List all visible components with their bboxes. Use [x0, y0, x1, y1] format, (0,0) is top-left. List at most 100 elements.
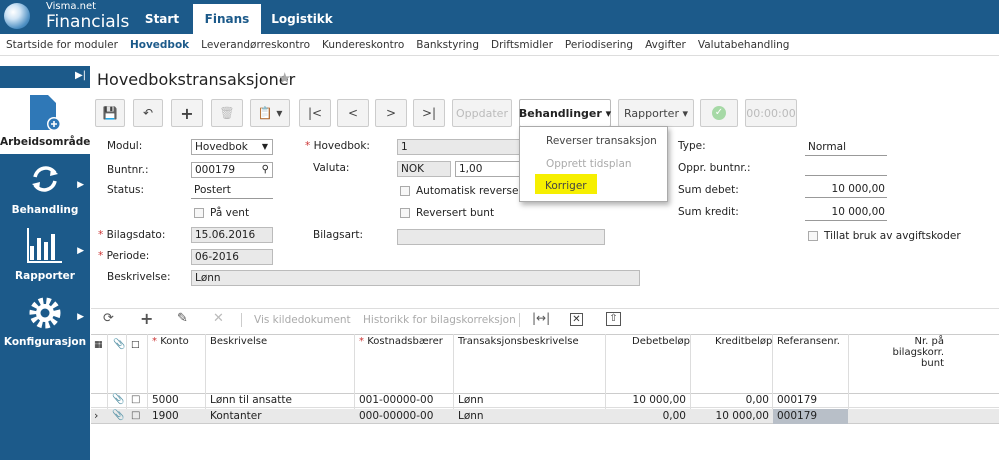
- grid-add-icon[interactable]: +: [140, 309, 153, 328]
- sidebar-label: Behandling: [11, 204, 79, 216]
- cell-beskrivelse[interactable]: Lønn til ansatte: [210, 394, 292, 406]
- sidebar-label: Rapporter: [15, 270, 75, 282]
- cell-konto[interactable]: 1900: [152, 410, 179, 422]
- chevron-right-icon: ▶: [77, 180, 84, 190]
- subnav-hovedbok[interactable]: Hovedbok: [130, 39, 189, 51]
- valuta-field[interactable]: NOK: [397, 161, 451, 177]
- menu-item-opprett-tidsplan[interactable]: Opprett tidsplan: [546, 158, 632, 170]
- timer-button[interactable]: 00:00:00: [745, 99, 797, 127]
- sidebar-item-konfigurasjon[interactable]: ▶ Konfigurasjon: [0, 288, 90, 354]
- divider: [241, 313, 242, 327]
- subnav-bank[interactable]: Bankstyring: [416, 39, 479, 51]
- col-debetbelop[interactable]: Debetbeløp: [632, 336, 690, 347]
- undo-button[interactable]: ↶: [133, 99, 163, 127]
- periode-field[interactable]: 06-2016: [191, 249, 273, 265]
- sidebar-item-behandling[interactable]: ▶ Behandling: [0, 156, 90, 222]
- subnav-startside[interactable]: Startside for moduler: [6, 39, 118, 51]
- chevron-right-icon: ▶: [77, 246, 84, 256]
- subnav-kunde[interactable]: Kundereskontro: [322, 39, 404, 51]
- bilagsdato-field[interactable]: 15.06.2016: [191, 227, 273, 243]
- cell-kredit[interactable]: 10 000,00: [695, 410, 769, 422]
- tillat-avgift-checkbox[interactable]: Tillat bruk av avgiftskoder: [808, 230, 961, 242]
- menu-item-korriger[interactable]: Korriger: [545, 180, 587, 192]
- col-konto[interactable]: * Konto: [152, 336, 189, 347]
- save-button[interactable]: 💾: [95, 99, 125, 127]
- cell-debet[interactable]: 0,00: [610, 410, 686, 422]
- delete-button[interactable]: 🗑: [211, 99, 243, 127]
- checkbox[interactable]: [808, 231, 818, 241]
- grid-delete-icon[interactable]: ✕: [213, 311, 224, 326]
- cell-beskrivelse[interactable]: Kontanter: [210, 410, 262, 422]
- oppr-buntnr-value: [805, 160, 887, 176]
- cell-debet[interactable]: 10 000,00: [610, 394, 686, 406]
- cell-kostnadsbaerer[interactable]: 000-00000-00: [359, 410, 433, 422]
- cell-transbesk[interactable]: Lønn: [458, 394, 484, 406]
- subnav-valuta[interactable]: Valutabehandling: [698, 39, 790, 51]
- beskrivelse-field[interactable]: Lønn: [191, 270, 640, 286]
- col-beskrivelse[interactable]: Beskrivelse: [210, 336, 267, 347]
- cell-referansenr[interactable]: 000179: [777, 410, 817, 422]
- modul-label: Modul:: [107, 140, 143, 152]
- attachment-icon[interactable]: 📎: [112, 410, 124, 421]
- checkbox[interactable]: [400, 208, 410, 218]
- behandlinger-button[interactable]: Behandlinger ▾: [519, 99, 611, 127]
- add-button[interactable]: +: [171, 99, 203, 127]
- oppdater-button[interactable]: Oppdater: [452, 99, 512, 127]
- grid-edit-icon[interactable]: ✎: [177, 311, 188, 326]
- cell-konto[interactable]: 5000: [152, 394, 179, 406]
- first-record-button[interactable]: |<: [299, 99, 331, 127]
- buntnr-input[interactable]: 000179 ⚲: [191, 162, 273, 178]
- note-icon[interactable]: □: [131, 394, 140, 405]
- subnav-leverandor[interactable]: Leverandørreskontro: [201, 39, 310, 51]
- subnav-periodisering[interactable]: Periodisering: [565, 39, 633, 51]
- grid-settings-icon[interactable]: ▦: [94, 340, 103, 350]
- attachment-icon[interactable]: 📎: [112, 394, 124, 405]
- reversert-bunt-checkbox[interactable]: Reversert bunt: [400, 207, 494, 219]
- pa-vent-checkbox[interactable]: På vent: [194, 207, 249, 219]
- bar-chart-icon: [27, 228, 62, 263]
- subnav-avgifter[interactable]: Avgifter: [645, 39, 686, 51]
- approve-button[interactable]: ✓: [700, 99, 738, 127]
- vis-kildedokument-button[interactable]: Vis kildedokument: [254, 314, 351, 326]
- next-record-button[interactable]: >: [375, 99, 407, 127]
- cell-kostnadsbaerer[interactable]: 001-00000-00: [359, 394, 433, 406]
- subnav-drift[interactable]: Driftsmidler: [491, 39, 553, 51]
- sidebar-item-rapporter[interactable]: ▶ Rapporter: [0, 222, 90, 288]
- bilagsart-field[interactable]: [397, 229, 605, 245]
- checkbox[interactable]: [194, 208, 204, 218]
- brand-small: Visma.net: [46, 1, 97, 12]
- cell-referansenr[interactable]: 000179: [777, 394, 817, 406]
- sidebar-item-arbeidsomrade[interactable]: Arbeidsområde: [0, 88, 90, 154]
- menu-item-reverser[interactable]: Reverser transaksjon: [546, 135, 657, 147]
- col-transaksjonsbeskrivelse[interactable]: Transaksjonsbeskrivelse: [458, 336, 579, 347]
- sidebar-collapse-icon[interactable]: ▶|: [0, 66, 90, 86]
- tab-logistikk[interactable]: Logistikk: [262, 4, 342, 34]
- export-excel-icon[interactable]: ✕: [570, 313, 583, 326]
- new-document-icon: [30, 95, 61, 131]
- tab-start[interactable]: Start: [132, 4, 192, 34]
- checkbox[interactable]: [400, 186, 410, 196]
- copy-paste-button[interactable]: 📋 ▾: [250, 99, 290, 127]
- cell-transbesk[interactable]: Lønn: [458, 410, 484, 422]
- favorite-star-icon[interactable]: ★: [278, 69, 291, 87]
- modul-value: Hovedbok: [195, 141, 248, 153]
- last-record-button[interactable]: >|: [413, 99, 445, 127]
- note-icon[interactable]: □: [131, 410, 140, 421]
- refresh-cycle-icon: [32, 166, 58, 192]
- valuta-rate-field[interactable]: 1,00: [455, 161, 521, 177]
- hovedbok-field[interactable]: 1: [397, 139, 521, 155]
- visma-logo-icon[interactable]: [4, 3, 30, 29]
- tab-finans[interactable]: Finans: [193, 4, 261, 34]
- col-kreditbelop[interactable]: Kreditbeløp: [715, 336, 772, 347]
- previous-record-button[interactable]: <: [337, 99, 369, 127]
- historikk-button[interactable]: Historikk for bilagskorreksjon: [363, 314, 516, 326]
- modul-select[interactable]: Hovedbok ▼: [191, 139, 273, 155]
- col-referansenr[interactable]: Referansenr.: [777, 336, 840, 347]
- rapporter-button[interactable]: Rapporter ▾: [618, 99, 694, 127]
- grid-refresh-icon[interactable]: ⟳: [103, 311, 114, 326]
- cell-kredit[interactable]: 0,00: [695, 394, 769, 406]
- upload-icon[interactable]: ⇧: [606, 312, 621, 326]
- col-nr-bilagskorr[interactable]: Nr. på bilagskorr. bunt: [862, 336, 944, 369]
- col-kostnadsbaerer[interactable]: * Kostnadsbærer: [359, 336, 443, 347]
- fit-columns-icon[interactable]: |↔|: [532, 311, 550, 325]
